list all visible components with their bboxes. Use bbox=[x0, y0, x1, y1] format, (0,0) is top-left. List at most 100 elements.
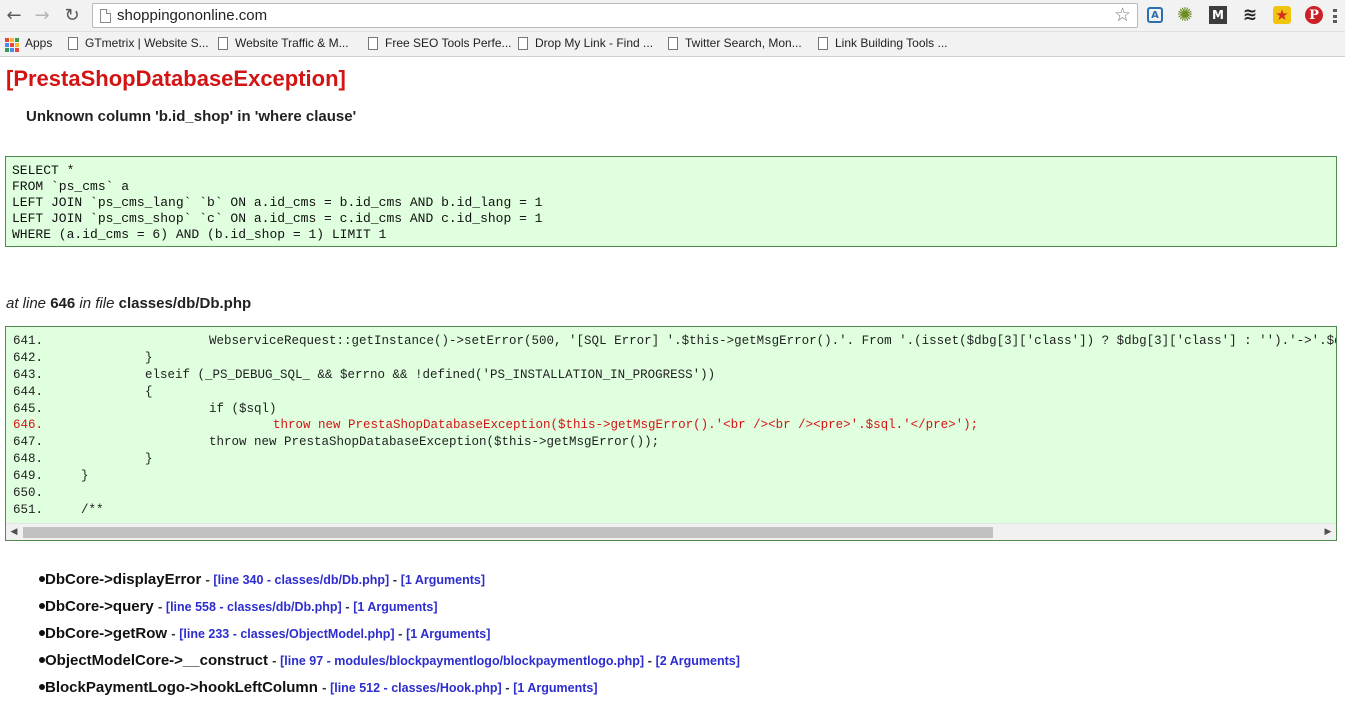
address-bar[interactable]: shoppingononline.com ☆ bbox=[92, 3, 1138, 28]
code-line: 644. { bbox=[6, 384, 1336, 401]
star-icon[interactable]: ★ bbox=[1272, 5, 1292, 25]
bookmark-free-seo-tools[interactable]: Free SEO Tools Perfe... bbox=[385, 36, 512, 50]
trace-args-link[interactable]: [1 Arguments] bbox=[353, 600, 437, 614]
sql-line: SELECT * bbox=[12, 163, 75, 178]
back-arrow-icon[interactable]: ← bbox=[3, 5, 25, 27]
sql-query-box: SELECT * FROM `ps_cms` a LEFT JOIN `ps_c… bbox=[5, 156, 1337, 247]
code-text: elseif (_PS_DEBUG_SQL_ && $errno && !def… bbox=[145, 367, 716, 382]
stack-trace-item: DbCore->query - [line 558 - classes/db/D… bbox=[28, 595, 1328, 622]
document-icon bbox=[68, 37, 78, 50]
code-line: 643. elseif (_PS_DEBUG_SQL_ && $errno && … bbox=[6, 367, 1336, 384]
trace-file-link[interactable]: [line 97 - modules/blockpaymentlogo/bloc… bbox=[280, 654, 644, 668]
a-icon-box: A bbox=[1147, 7, 1163, 23]
code-line: 645. if ($sql) bbox=[6, 401, 1336, 418]
code-line: 647. throw new PrestaShopDatabaseExceptio… bbox=[6, 434, 1336, 451]
source-code-box: 641. WebserviceRequest::getInstance()->se… bbox=[5, 326, 1337, 541]
code-text: WebserviceRequest::getInstance()->setErr… bbox=[209, 334, 1336, 348]
trace-function: DbCore->query bbox=[45, 598, 154, 615]
bookmark-gtmetrix[interactable]: GTmetrix | Website S... bbox=[85, 36, 209, 50]
error-location: at line 646 in file classes/db/Db.php bbox=[6, 295, 251, 312]
horizontal-scrollbar[interactable]: ◀ ▶ bbox=[6, 523, 1336, 540]
stack-trace-item: DbCore->getRow - [line 233 - classes/Obj… bbox=[28, 622, 1328, 649]
trace-file-link[interactable]: [line 340 - classes/db/Db.php] bbox=[213, 573, 389, 587]
trace-entry: DbCore->getRow - [line 233 - classes/Obj… bbox=[45, 625, 491, 642]
pinterest-icon[interactable]: P bbox=[1304, 5, 1324, 25]
bookmark-drop-my-link[interactable]: Drop My Link - Find ... bbox=[535, 36, 653, 50]
line-num: 644. bbox=[13, 384, 44, 399]
m-icon-box: M bbox=[1209, 6, 1227, 24]
trace-file-link[interactable]: [line 233 - classes/ObjectModel.php] bbox=[179, 627, 394, 641]
trace-function: DbCore->displayError bbox=[45, 571, 202, 588]
page-icon bbox=[100, 9, 111, 23]
gear-icon[interactable]: ✺ bbox=[1175, 4, 1195, 26]
bookmark-website-traffic[interactable]: Website Traffic & M... bbox=[235, 36, 349, 50]
layers-icon[interactable]: ≋ bbox=[1240, 5, 1260, 25]
line-num: 649. bbox=[13, 469, 44, 484]
trace-function: ObjectModelCore->__construct bbox=[45, 652, 268, 669]
line-num: 648. bbox=[13, 452, 44, 467]
code-text: { bbox=[145, 384, 153, 399]
code-line: 651. /** bbox=[6, 502, 1336, 519]
stack-trace-item: DbCore->displayError - [line 340 - class… bbox=[28, 568, 1328, 595]
stack-trace-list: DbCore->displayError - [line 340 - class… bbox=[28, 568, 1328, 703]
line-num: 641. bbox=[13, 334, 44, 348]
exception-message: Unknown column 'b.id_shop' in 'where cla… bbox=[26, 108, 357, 125]
code-text: throw new PrestaShopDatabaseException($t… bbox=[273, 418, 979, 433]
bookmark-apps[interactable]: Apps bbox=[25, 36, 52, 50]
sql-line: FROM `ps_cms` a bbox=[12, 179, 130, 194]
forward-arrow-icon[interactable]: → bbox=[31, 5, 53, 27]
a-icon[interactable]: A bbox=[1145, 5, 1165, 25]
code-line: 650. bbox=[6, 485, 1336, 502]
trace-entry: BlockPaymentLogo->hookLeftColumn - [line… bbox=[45, 679, 598, 696]
trace-entry: DbCore->query - [line 558 - classes/db/D… bbox=[45, 598, 438, 615]
code-text: /** bbox=[81, 502, 104, 517]
code-line: 649.} bbox=[6, 468, 1336, 485]
reload-icon[interactable]: ↻ bbox=[61, 5, 83, 27]
trace-args-link[interactable]: [1 Arguments] bbox=[513, 681, 597, 695]
apps-grid-icon[interactable] bbox=[5, 38, 19, 52]
code-line: 642.} bbox=[6, 350, 1336, 367]
scroll-right-icon[interactable]: ▶ bbox=[1322, 526, 1334, 538]
line-num: 646. bbox=[13, 418, 44, 433]
trace-args-link[interactable]: [2 Arguments] bbox=[656, 654, 740, 668]
trace-file-link[interactable]: [line 558 - classes/db/Db.php] bbox=[166, 600, 342, 614]
code-text: if ($sql) bbox=[209, 401, 277, 416]
stack-trace-item: ObjectModelCore->__construct - [line 97 … bbox=[28, 649, 1328, 676]
document-icon bbox=[518, 37, 528, 50]
line-num: 642. bbox=[13, 350, 44, 365]
trace-entry: ObjectModelCore->__construct - [line 97 … bbox=[45, 652, 740, 669]
bookmark-star-icon[interactable]: ☆ bbox=[1114, 4, 1131, 26]
document-icon bbox=[668, 37, 678, 50]
line-num: 651. bbox=[13, 502, 44, 517]
bookmark-link-building[interactable]: Link Building Tools ... bbox=[835, 36, 948, 50]
menu-icon[interactable] bbox=[1333, 9, 1337, 23]
browser-toolbar: ← → ↻ shoppingononline.com ☆ A ✺ M ≋ ★ P bbox=[0, 0, 1345, 32]
trace-file-link[interactable]: [line 512 - classes/Hook.php] bbox=[330, 681, 502, 695]
document-icon bbox=[818, 37, 828, 50]
code-line: 641. WebserviceRequest::getInstance()->se… bbox=[6, 333, 1336, 350]
line-num: 650. bbox=[13, 486, 44, 501]
scrollbar-thumb[interactable] bbox=[23, 527, 993, 538]
star-icon-box: ★ bbox=[1273, 6, 1291, 24]
sql-line: WHERE (a.id_cms = 6) AND (b.id_shop = 1)… bbox=[12, 227, 387, 242]
line-num: 645. bbox=[13, 401, 44, 416]
code-lines: 641. WebserviceRequest::getInstance()->se… bbox=[6, 333, 1336, 519]
trace-function: BlockPaymentLogo->hookLeftColumn bbox=[45, 679, 318, 696]
trace-entry: DbCore->displayError - [line 340 - class… bbox=[45, 571, 485, 588]
code-line: 648.} bbox=[6, 451, 1336, 468]
stack-trace-item: BlockPaymentLogo->hookLeftColumn - [line… bbox=[28, 676, 1328, 703]
trace-args-link[interactable]: [1 Arguments] bbox=[406, 627, 490, 641]
scroll-left-icon[interactable]: ◀ bbox=[8, 526, 20, 538]
highlighted-code-line: 646. throw new PrestaShopDatabaseExceptio… bbox=[6, 417, 1336, 434]
url-text[interactable]: shoppingononline.com bbox=[117, 7, 267, 24]
code-text: throw new PrestaShopDatabaseException($t… bbox=[209, 435, 660, 450]
m-icon[interactable]: M bbox=[1208, 5, 1228, 25]
line-number: 646 bbox=[50, 295, 76, 312]
bookmark-twitter-search[interactable]: Twitter Search, Mon... bbox=[685, 36, 802, 50]
document-icon bbox=[218, 37, 228, 50]
code-text: } bbox=[145, 452, 153, 467]
line-num: 647. bbox=[13, 435, 44, 450]
trace-function: DbCore->getRow bbox=[45, 625, 168, 642]
code-text: } bbox=[145, 350, 153, 365]
trace-args-link[interactable]: [1 Arguments] bbox=[401, 573, 485, 587]
